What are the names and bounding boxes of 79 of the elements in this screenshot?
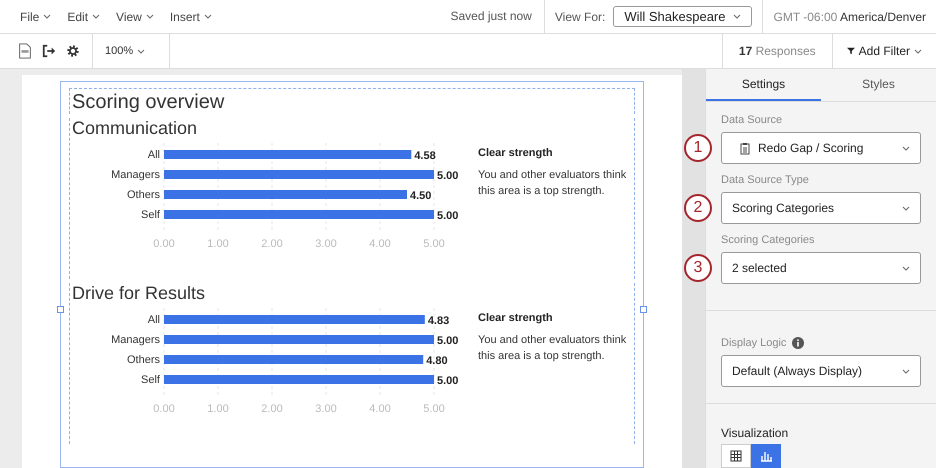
category-label: All [148,314,160,326]
value-label: 5.00 [437,210,458,222]
chevron-icon [902,146,910,150]
value-label: 4.50 [410,190,432,202]
axis-tick-label: 5.00 [423,403,445,415]
category-label: Managers [111,169,160,181]
chevron-icon [902,206,910,210]
visualization-label: Visualization [721,426,790,440]
chevron-icon [902,266,910,270]
chevron-icon [902,368,910,374]
axis-tick-label: 0.00 [153,403,175,415]
info-icon[interactable] [792,337,804,349]
save-status: Saved just now [438,0,545,33]
axis-tick-label: 4.00 [369,403,391,415]
value-label: 5.00 [437,335,458,347]
field-label: Data Source [721,114,784,126]
table-icon [730,450,742,462]
menu-item[interactable]: Insert [170,10,212,24]
note-title: Clear strength [478,147,554,159]
chevron-icon [914,48,922,54]
section-heading: Communication [72,118,198,139]
chevron-icon [204,14,212,19]
view-for-dropdown[interactable]: Will Shakespeare [613,6,752,27]
bar-chart-icon [760,450,772,462]
chevron-icon [43,14,52,19]
report-title: Scoring overview [69,88,635,114]
axis-tick-label: 4.00 [369,238,391,250]
note-text: You and other evaluators think this area is a top strength. [478,333,628,364]
filter-icon [846,47,855,55]
note-text: You and other evaluators think this area is a top strength. [478,168,628,199]
panel-tab[interactable]: Styles [821,69,936,101]
dropdown[interactable]: Default (Always Display) [721,355,921,387]
category-label: Self [141,374,160,386]
field-label: Display Logic [721,337,786,349]
chevron-icon [137,48,146,54]
axis-tick-label: 3.00 [315,238,337,250]
value-label: 5.00 [437,375,458,387]
value-label: 5.00 [437,170,458,182]
value-label: 4.58 [414,150,436,162]
axis-tick-label: 5.00 [423,238,445,250]
bar-chart-view-button[interactable] [751,444,781,468]
category-label: Others [126,189,160,201]
axis-tick-label: 2.00 [261,403,283,415]
section-heading: Drive for Results [72,283,206,304]
category-label: All [148,149,160,161]
resize-handle[interactable] [57,306,64,313]
note-title: Clear strength [478,312,554,324]
clipboard-icon [740,142,750,154]
zoom-dropdown[interactable]: 100% [93,34,170,68]
axis-tick-label: 0.00 [153,238,175,250]
category-label: Self [141,209,160,221]
value-label: 4.80 [426,355,448,367]
axis-tick-label: 3.00 [315,403,337,415]
add-filter-button[interactable]: Add Filter [832,34,936,68]
axis-tick-label: 2.00 [261,238,283,250]
chevron-icon [146,14,154,19]
dropdown[interactable]: Scoring Categories [721,192,921,224]
pdf-icon[interactable] [18,43,32,59]
dropdown[interactable]: Redo Gap / Scoring [721,132,921,164]
axis-tick-label: 1.00 [207,238,229,250]
field-label: Scoring Categories [721,234,816,246]
axis-tick-label: 1.00 [207,403,229,415]
chevron-icon [92,14,100,19]
resize-handle[interactable] [640,306,647,313]
table-view-button[interactable] [721,444,751,468]
menu-item[interactable]: View [116,10,154,24]
panel-tab[interactable]: Settings [706,69,821,101]
menu-item[interactable]: File [20,10,52,24]
dropdown[interactable]: 2 selected [721,252,921,284]
settings-icon[interactable] [66,43,80,59]
category-label: Managers [111,334,160,346]
value-label: 4.83 [428,315,450,327]
menu-item[interactable]: Edit [67,10,100,24]
chevron-icon [733,14,742,19]
export-icon[interactable] [42,43,56,59]
category-label: Others [126,354,160,366]
view-for-label: View For: [554,10,606,24]
field-label: Data Source Type [721,174,810,186]
timezone: GMT -06:00 America/Denver [772,10,927,24]
